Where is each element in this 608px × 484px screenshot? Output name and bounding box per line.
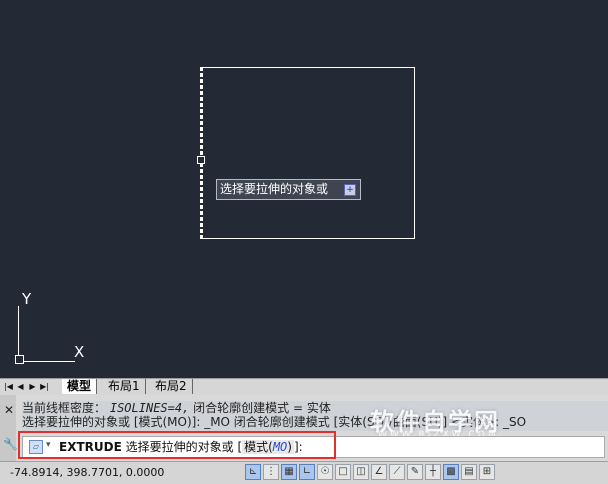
wrench-icon[interactable]: 🔧	[3, 437, 18, 451]
tab-navigation: |◀ ◀ ▶ ▶|	[4, 381, 52, 392]
drawing-canvas[interactable]: 选择要拉伸的对象或 + Y X	[0, 0, 608, 378]
3d-object-snap-icon[interactable]: ◫	[353, 464, 369, 480]
highlight-annotation	[18, 431, 336, 459]
rectangle-object[interactable]	[202, 67, 415, 239]
dynamic-input-icon[interactable]: ✎	[407, 464, 423, 480]
ucs-x-label: X	[74, 343, 85, 361]
ortho-mode-icon[interactable]: ∟	[299, 464, 315, 480]
edge-grip[interactable]	[197, 156, 205, 164]
dynamic-input-tooltip: 选择要拉伸的对象或 +	[216, 179, 361, 200]
selected-edge-highlight[interactable]	[200, 67, 203, 239]
coordinate-readout: -74.8914, 398.7701, 0.0000	[10, 466, 165, 479]
next-tab-icon[interactable]: ▶	[28, 381, 37, 392]
tab-layout2[interactable]: 布局2	[150, 379, 193, 394]
ucs-x-axis	[18, 361, 75, 362]
layout-tab-bar: |◀ ◀ ▶ ▶| 模型 布局1 布局2	[0, 378, 608, 395]
infer-constraints-icon[interactable]: ⊾	[245, 464, 261, 480]
ucs-y-label: Y	[22, 290, 32, 308]
command-history: 当前线框密度： ISOLINES=4, 闭合轮廓创建模式 = 实体 选择要拉伸的…	[22, 401, 608, 431]
drafting-tools: ⊾ ⋮ ▦ ∟ ☉ □ ◫ ∠ ⟋ ✎ ┼ ▩ ▤ ⊞	[245, 464, 497, 480]
close-icon[interactable]: ✕	[4, 403, 14, 417]
last-tab-icon[interactable]: ▶|	[40, 381, 49, 392]
ucs-y-axis	[18, 306, 19, 362]
first-tab-icon[interactable]: |◀	[4, 381, 13, 392]
polar-tracking-icon[interactable]: ☉	[317, 464, 333, 480]
lineweight-icon[interactable]: ┼	[425, 464, 441, 480]
transparency-icon[interactable]: ▩	[443, 464, 459, 480]
object-snap-tracking-icon[interactable]: ∠	[371, 464, 387, 480]
tab-model[interactable]: 模型	[62, 379, 98, 394]
grid-display-icon[interactable]: ▦	[281, 464, 297, 480]
object-snap-icon[interactable]: □	[335, 464, 351, 480]
quick-properties-icon[interactable]: ▤	[461, 464, 477, 480]
selection-cycling-icon[interactable]: ⊞	[479, 464, 495, 480]
dynamic-ucs-icon[interactable]: ⟋	[389, 464, 405, 480]
command-window-grip[interactable]: ✕ 🔧	[0, 395, 18, 461]
plus-box-icon[interactable]: +	[344, 184, 356, 196]
tab-layout1[interactable]: 布局1	[103, 379, 146, 394]
ucs-origin-icon	[15, 355, 24, 364]
history-line-1: 当前线框密度： ISOLINES=4, 闭合轮廓创建模式 = 实体	[22, 401, 331, 415]
snap-mode-icon[interactable]: ⋮	[263, 464, 279, 480]
status-bar: -74.8914, 398.7701, 0.0000 ⊾ ⋮ ▦ ∟ ☉ □ ◫…	[0, 461, 608, 484]
tooltip-text: 选择要拉伸的对象或	[220, 182, 329, 196]
prev-tab-icon[interactable]: ◀	[16, 381, 25, 392]
history-line-2: 选择要拉伸的对象或 [模式(MO)]: _MO 闭合轮廓创建模式 [实体(SO)…	[22, 415, 527, 429]
